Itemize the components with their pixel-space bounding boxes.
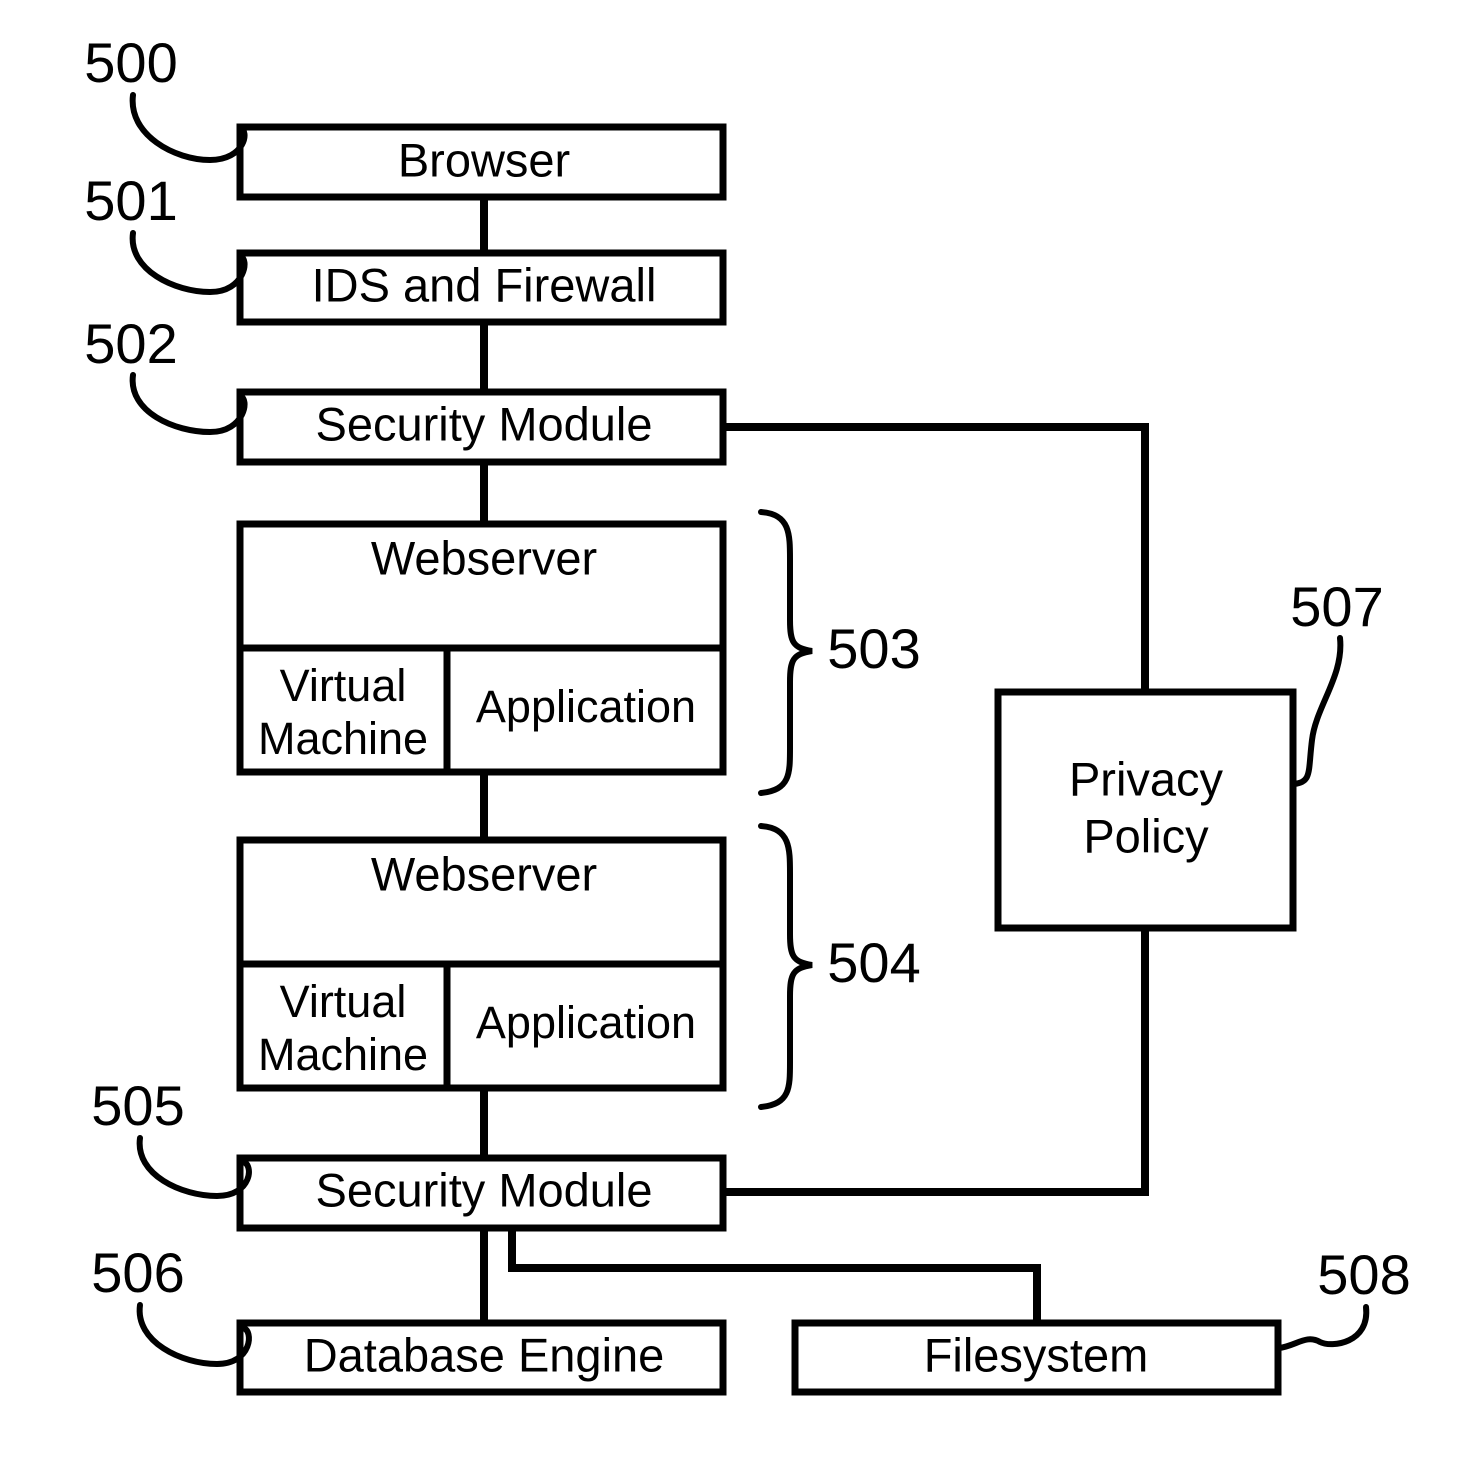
leader-line-502 — [129, 372, 248, 436]
security-module-bottom-label: Security Module — [316, 1163, 653, 1216]
leader-line-500 — [129, 92, 248, 164]
database-engine-label: Database Engine — [304, 1328, 665, 1381]
webserver-lower-label: Webserver — [371, 847, 597, 900]
node-security-module-bottom[interactable]: Security Module — [236, 1154, 727, 1232]
connector-security-bottom-to-filesystem — [508, 1228, 1041, 1323]
node-browser[interactable]: Browser — [236, 123, 727, 201]
webserver-upper-label: Webserver — [371, 531, 597, 584]
connector-privacy-policy-to-security-bottom — [723, 928, 1149, 1196]
block-diagram: Browser IDS and Firewall Security Module… — [84, 31, 1411, 1396]
ref-num-505: 505 — [91, 1074, 184, 1137]
ref-num-506: 506 — [91, 1241, 184, 1304]
leader-line-507 — [1291, 635, 1344, 787]
brace-504 — [758, 823, 813, 1110]
ref-num-503: 503 — [827, 617, 920, 680]
leader-line-501 — [129, 230, 248, 296]
node-webserver-upper[interactable]: Webserver Virtual Machine Application — [236, 520, 727, 776]
ref-num-501: 501 — [84, 169, 177, 232]
connector-security-top-to-privacy-policy — [723, 423, 1149, 692]
figure-canvas: Browser IDS and Firewall Security Module… — [0, 0, 1457, 1466]
ref-num-507: 507 — [1290, 575, 1383, 638]
webserver-upper-application-label: Application — [476, 681, 696, 732]
leader-line-508 — [1276, 1304, 1370, 1351]
leader-line-505 — [136, 1135, 252, 1200]
leader-line-506 — [136, 1302, 252, 1368]
security-module-top-label: Security Module — [316, 397, 653, 450]
node-privacy-policy[interactable]: Privacy Policy — [994, 688, 1297, 932]
node-webserver-lower[interactable]: Webserver Virtual Machine Application — [236, 836, 727, 1092]
webserver-lower-application-label: Application — [476, 997, 696, 1048]
brace-503 — [758, 509, 813, 796]
webserver-upper-vm-label-line1: Virtual — [280, 660, 407, 711]
node-filesystem[interactable]: Filesystem — [791, 1319, 1282, 1396]
ref-num-508: 508 — [1317, 1243, 1410, 1306]
webserver-upper-vm-label-line2: Machine — [258, 713, 428, 764]
ids-firewall-label: IDS and Firewall — [312, 258, 657, 311]
webserver-lower-vm-label-line1: Virtual — [280, 976, 407, 1027]
ref-num-502: 502 — [84, 312, 177, 375]
ref-num-504: 504 — [827, 931, 920, 994]
filesystem-label: Filesystem — [924, 1328, 1149, 1381]
node-ids-firewall[interactable]: IDS and Firewall — [236, 249, 727, 326]
privacy-policy-label-line1: Privacy — [1069, 752, 1224, 805]
webserver-lower-vm-label-line2: Machine — [258, 1029, 428, 1080]
node-database-engine[interactable]: Database Engine — [236, 1319, 727, 1396]
privacy-policy-label-line2: Policy — [1083, 809, 1209, 862]
node-security-module-top[interactable]: Security Module — [236, 388, 727, 466]
ref-num-500: 500 — [84, 31, 177, 94]
browser-label: Browser — [398, 133, 570, 186]
